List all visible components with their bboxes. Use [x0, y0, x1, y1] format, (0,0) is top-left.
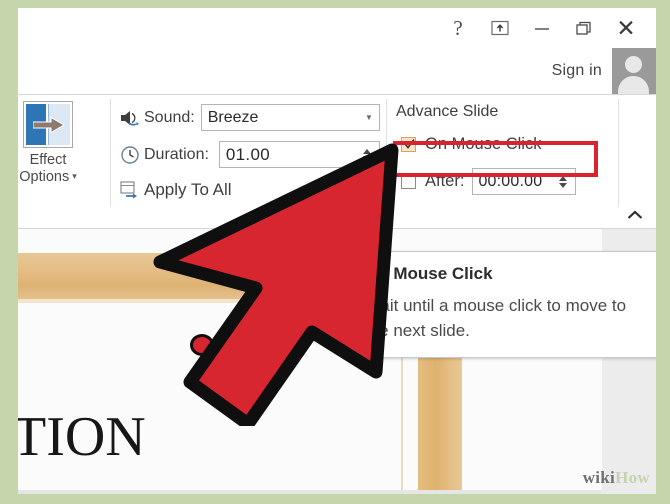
apply-to-all-icon — [118, 179, 142, 201]
ribbon: Effect Options ▾ Sound: Breeze ▼ Duratio… — [18, 94, 656, 229]
sound-row: Sound: Breeze ▼ — [118, 99, 380, 136]
on-mouse-click-checkbox[interactable] — [401, 137, 416, 152]
on-mouse-click-checkbox-row[interactable]: On Mouse Click — [396, 129, 582, 160]
window-controls: ? ✕ — [438, 12, 646, 44]
minimize-button[interactable] — [522, 12, 562, 44]
sign-in-link[interactable]: Sign in — [552, 62, 612, 80]
watermark-wiki-text: wiki — [582, 468, 616, 487]
ribbon-divider-2 — [386, 99, 387, 207]
duration-value: 01.00 — [225, 144, 270, 164]
close-icon: ✕ — [616, 14, 636, 41]
effect-options-label-line2: Options ▾ — [18, 168, 96, 185]
chevron-down-icon: ▼ — [365, 113, 373, 122]
tooltip: On Mouse Click Wait until a mouse click … — [346, 251, 656, 358]
wikihow-watermark: wikiHow — [583, 468, 650, 488]
ribbon-display-options-icon — [491, 20, 509, 36]
after-stepper[interactable] — [555, 175, 571, 188]
slide-title-text: TION — [18, 407, 146, 467]
effect-options-button[interactable]: Effect Options ▾ — [18, 99, 96, 185]
sound-label: Sound: — [144, 108, 195, 126]
close-button[interactable]: ✕ — [606, 12, 646, 44]
tooltip-title: On Mouse Click — [365, 264, 493, 283]
after-label: After: — [425, 172, 465, 190]
help-icon: ? — [453, 15, 463, 40]
apply-to-all-button[interactable]: Apply To All — [118, 173, 380, 207]
after-time-spinbox[interactable]: 00:00.00 — [472, 168, 577, 195]
duration-label: Duration: — [144, 145, 209, 163]
restore-icon — [576, 21, 591, 35]
on-mouse-click-label: On Mouse Click — [425, 135, 542, 153]
ribbon-divider-1 — [110, 99, 111, 207]
tooltip-body: Wait until a mouse click to move to the … — [365, 296, 627, 340]
avatar[interactable] — [612, 48, 656, 94]
ribbon-divider-3 — [618, 99, 619, 207]
minimize-icon — [535, 28, 549, 30]
collapse-ribbon-button[interactable] — [624, 205, 646, 225]
title-bar: ? ✕ — [18, 8, 656, 50]
stepper-up-icon[interactable] — [559, 175, 568, 181]
after-value: 00:00.00 — [478, 172, 543, 190]
sound-value: Breeze — [207, 108, 259, 126]
slide-title[interactable]: TION — [18, 407, 398, 467]
chevron-up-icon — [627, 210, 643, 219]
timing-group: Sound: Breeze ▼ Duration: 01.00 Apply To… — [118, 99, 380, 207]
apply-to-all-label: Apply To All — [144, 180, 232, 199]
chevron-down-icon: ▾ — [72, 171, 77, 181]
sound-icon — [118, 107, 142, 129]
advance-slide-header: Advance Slide — [396, 103, 499, 120]
ribbon-display-options-button[interactable] — [480, 12, 520, 44]
clock-icon — [118, 144, 142, 166]
stepper-up-icon[interactable] — [363, 148, 371, 154]
restore-button[interactable] — [564, 12, 604, 44]
sign-in-row: Sign in — [552, 48, 656, 94]
duration-row: Duration: 01.00 — [118, 136, 380, 173]
duration-stepper[interactable] — [359, 148, 375, 161]
transition-effect-icon — [23, 101, 73, 148]
help-button[interactable]: ? — [438, 12, 478, 44]
after-checkbox[interactable] — [401, 174, 416, 189]
slide-bottom-edge — [18, 490, 602, 494]
effect-icon-arrow — [33, 117, 65, 133]
slide-decoration-dot — [280, 333, 298, 357]
slide-decoration-dot — [190, 334, 214, 356]
stepper-down-icon[interactable] — [363, 155, 371, 161]
effect-options-label-line1: Effect — [29, 152, 67, 168]
effect-options-line2-text: Options — [19, 169, 70, 185]
duration-spinbox[interactable]: 01.00 — [218, 141, 380, 168]
avatar-body-icon — [618, 76, 649, 94]
sound-dropdown[interactable]: Breeze ▼ — [200, 104, 380, 131]
powerpoint-window: ? ✕ Sign in Effect Options ▾ Sound: Bree… — [18, 8, 656, 494]
checkmark-icon — [404, 138, 415, 149]
avatar-head-icon — [625, 56, 642, 73]
after-checkbox-row[interactable]: After: 00:00.00 — [396, 166, 611, 197]
watermark-how-text: How — [615, 468, 650, 487]
advance-slide-group: Advance Slide On Mouse Click After: 00:0… — [396, 97, 611, 197]
stepper-down-icon[interactable] — [559, 182, 568, 188]
